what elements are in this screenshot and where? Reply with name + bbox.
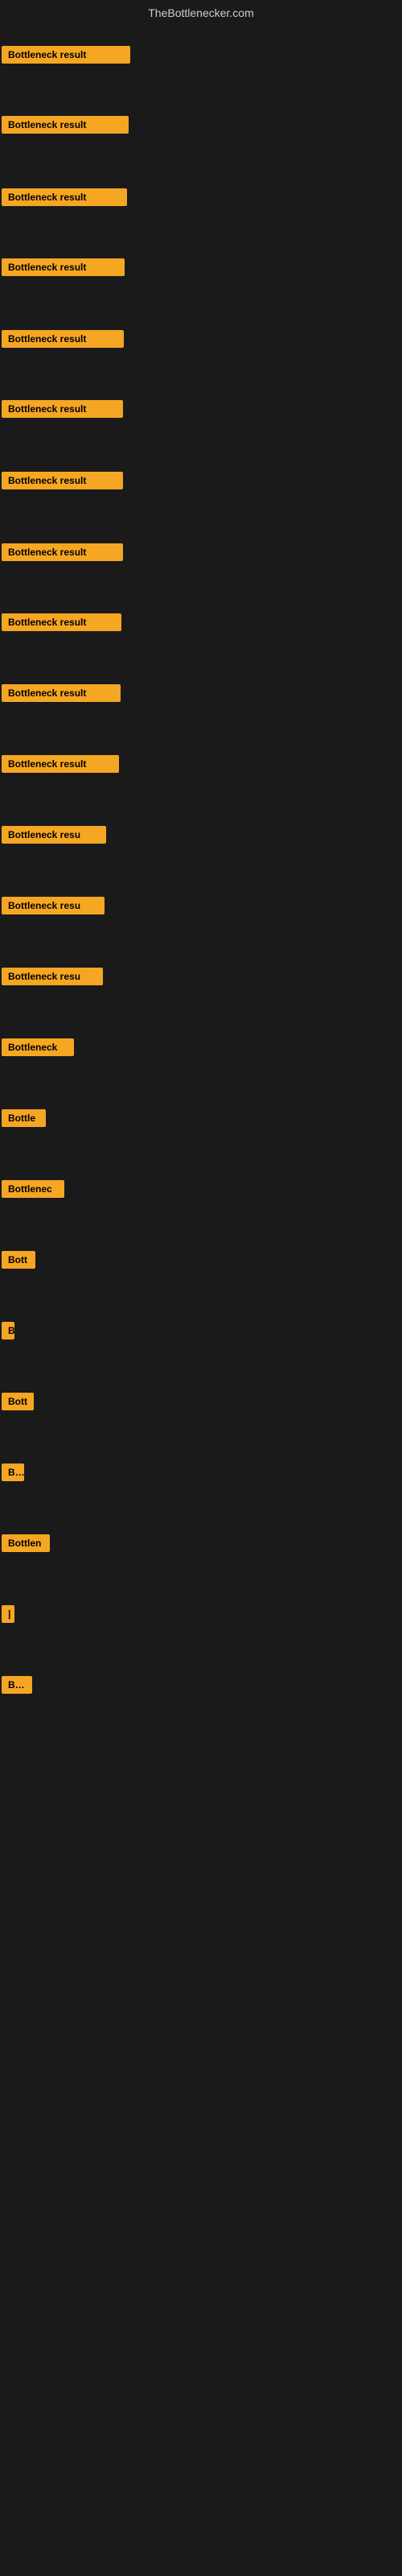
bottleneck-badge-4[interactable]: Bottleneck result [2, 258, 125, 276]
bottleneck-badge-6[interactable]: Bottleneck result [2, 400, 123, 418]
bottleneck-badge-19[interactable]: B [2, 1322, 14, 1340]
result-row-7: Bottleneck result [2, 472, 123, 493]
site-title: TheBottlenecker.com [0, 0, 402, 23]
result-row-13: Bottleneck resu [2, 897, 105, 919]
bottleneck-badge-22[interactable]: Bottlen [2, 1534, 50, 1552]
result-row-15: Bottleneck [2, 1038, 74, 1060]
result-row-1: Bottleneck result [2, 46, 130, 68]
result-row-16: Bottle [2, 1109, 46, 1131]
bottleneck-badge-1[interactable]: Bottleneck result [2, 46, 130, 64]
result-row-11: Bottleneck result [2, 755, 119, 777]
bottleneck-badge-16[interactable]: Bottle [2, 1109, 46, 1127]
result-row-22: Bottlen [2, 1534, 50, 1556]
result-row-6: Bottleneck result [2, 400, 123, 422]
bottleneck-badge-11[interactable]: Bottleneck result [2, 755, 119, 773]
result-row-18: Bott [2, 1251, 35, 1273]
result-row-14: Bottleneck resu [2, 968, 103, 989]
bottleneck-badge-13[interactable]: Bottleneck resu [2, 897, 105, 914]
result-row-20: Bott [2, 1393, 34, 1414]
bottleneck-badge-12[interactable]: Bottleneck resu [2, 826, 106, 844]
bottleneck-badge-7[interactable]: Bottleneck result [2, 472, 123, 489]
result-row-21: Bo [2, 1463, 24, 1485]
bottleneck-badge-23[interactable]: | [2, 1605, 14, 1623]
result-row-12: Bottleneck resu [2, 826, 106, 848]
result-row-24: Bott [2, 1676, 32, 1698]
result-row-8: Bottleneck result [2, 543, 123, 565]
result-row-9: Bottleneck result [2, 613, 121, 635]
bottleneck-badge-24[interactable]: Bott [2, 1676, 32, 1694]
result-row-17: Bottlenec [2, 1180, 64, 1202]
bottleneck-badge-9[interactable]: Bottleneck result [2, 613, 121, 631]
bottleneck-badge-2[interactable]: Bottleneck result [2, 116, 129, 134]
bottleneck-badge-20[interactable]: Bott [2, 1393, 34, 1410]
result-row-3: Bottleneck result [2, 188, 127, 210]
bottleneck-badge-10[interactable]: Bottleneck result [2, 684, 121, 702]
bottleneck-badge-17[interactable]: Bottlenec [2, 1180, 64, 1198]
bottleneck-badge-5[interactable]: Bottleneck result [2, 330, 124, 348]
bottleneck-badge-18[interactable]: Bott [2, 1251, 35, 1269]
result-row-5: Bottleneck result [2, 330, 124, 352]
result-row-10: Bottleneck result [2, 684, 121, 706]
result-row-2: Bottleneck result [2, 116, 129, 138]
bottleneck-badge-3[interactable]: Bottleneck result [2, 188, 127, 206]
bottleneck-badge-15[interactable]: Bottleneck [2, 1038, 74, 1056]
bottleneck-badge-21[interactable]: Bo [2, 1463, 24, 1481]
result-row-4: Bottleneck result [2, 258, 125, 280]
result-row-19: B [2, 1322, 14, 1344]
bottleneck-badge-8[interactable]: Bottleneck result [2, 543, 123, 561]
result-row-23: | [2, 1605, 14, 1627]
bottleneck-badge-14[interactable]: Bottleneck resu [2, 968, 103, 985]
